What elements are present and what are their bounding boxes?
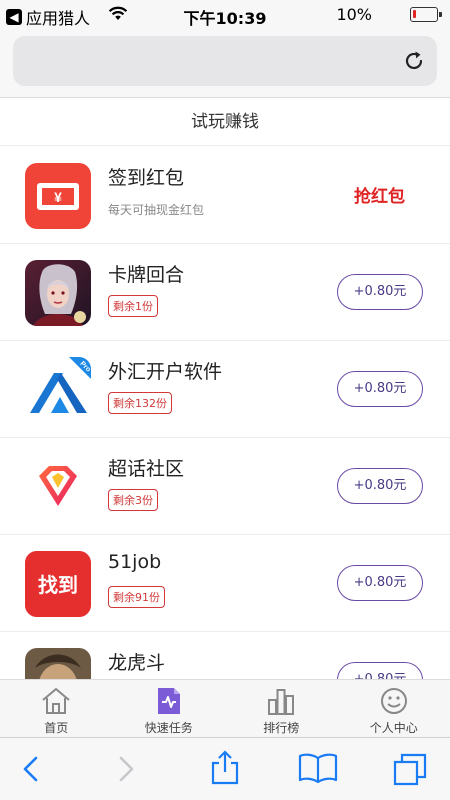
task-name: 超话社区 [108,458,185,480]
remaining-badge: 剩余91份 [108,586,165,608]
task-name: 外汇开户软件 [108,361,223,383]
task-name: 51job [108,551,162,573]
reward-button[interactable]: +0.80元 [337,565,423,601]
grab-red-envelope-button[interactable]: 抢红包 [354,182,405,207]
share-icon[interactable] [209,750,241,786]
list-item[interactable]: 卡牌回合 剩余1份 +0.80元 [0,244,450,341]
remaining-badge: 剩余132份 [108,392,172,414]
home-icon [42,687,70,714]
list-item[interactable]: 找到 51job 剩余91份 +0.80元 [0,535,450,632]
reward-button[interactable]: +0.80元 [337,371,423,407]
tab-label: 排行榜 [263,721,300,735]
voucher-mark: ¥ [54,189,62,205]
forward-icon[interactable] [115,754,137,784]
ranking-icon [268,689,295,715]
list-item[interactable]: 超话社区 剩余3份 +0.80元 [0,438,450,535]
task-subtitle: 每天可抽现金红包 [108,203,205,217]
list-item[interactable]: Pro 外汇开户软件 剩余132份 +0.80元 [0,341,450,438]
tab-quick-task[interactable]: 快速任务 [113,680,226,737]
status-bar: ◀ 应用猎人 下午10:39 10% [0,0,450,30]
quick-task-icon [157,688,180,714]
smiley-icon [380,688,407,714]
task-name: 龙虎斗 [108,652,166,674]
task-name: 卡牌回合 [108,264,185,286]
diamond-heart-icon [25,454,91,520]
browser-toolbar [0,737,450,800]
status-time: 下午10:39 [183,9,267,28]
tab-label: 快速任务 [144,721,193,735]
zhaodao-icon: 找到 [25,551,91,617]
tab-profile[interactable]: 个人中心 [338,680,450,737]
tab-label: 个人中心 [369,721,418,735]
back-icon[interactable] [20,754,42,784]
tab-ranking[interactable]: 排行榜 [225,680,338,737]
zhaodao-label: 找到 [38,573,78,597]
card-game-icon [25,260,91,326]
remaining-badge: 剩余1份 [108,295,158,317]
page-title: 试玩赚钱 [0,99,450,146]
list-item[interactable]: 龙虎斗 +0.80元 [0,632,450,679]
reward-button[interactable]: +0.80元 [337,662,423,679]
bookmarks-icon[interactable] [298,752,338,784]
battery-percent: 10% [336,5,372,24]
browser-url-area [0,30,450,98]
bottom-tab-bar: 首页 快速任务 排行榜 个人中心 [0,679,450,737]
url-field[interactable] [13,36,437,86]
remaining-badge: 剩余3份 [108,489,158,511]
list-item[interactable]: ¥ 签到红包 每天可抽现金红包 抢红包 [0,147,450,244]
battery-icon [410,7,442,22]
reward-button[interactable]: +0.80元 [337,274,423,310]
tab-label: 首页 [44,721,69,735]
forex-pro-icon: Pro [25,357,91,423]
dragon-tiger-game-icon [25,648,91,679]
red-envelope-ticket-icon: ¥ [25,163,91,229]
tabs-icon[interactable] [392,752,428,786]
reward-button[interactable]: +0.80元 [337,468,423,504]
task-name: 签到红包 [108,167,185,189]
task-list: ¥ 签到红包 每天可抽现金红包 抢红包 卡牌回合 剩余1份 +0.80元 Pro… [0,147,450,679]
reload-icon[interactable] [403,50,425,72]
tab-home[interactable]: 首页 [0,680,113,737]
